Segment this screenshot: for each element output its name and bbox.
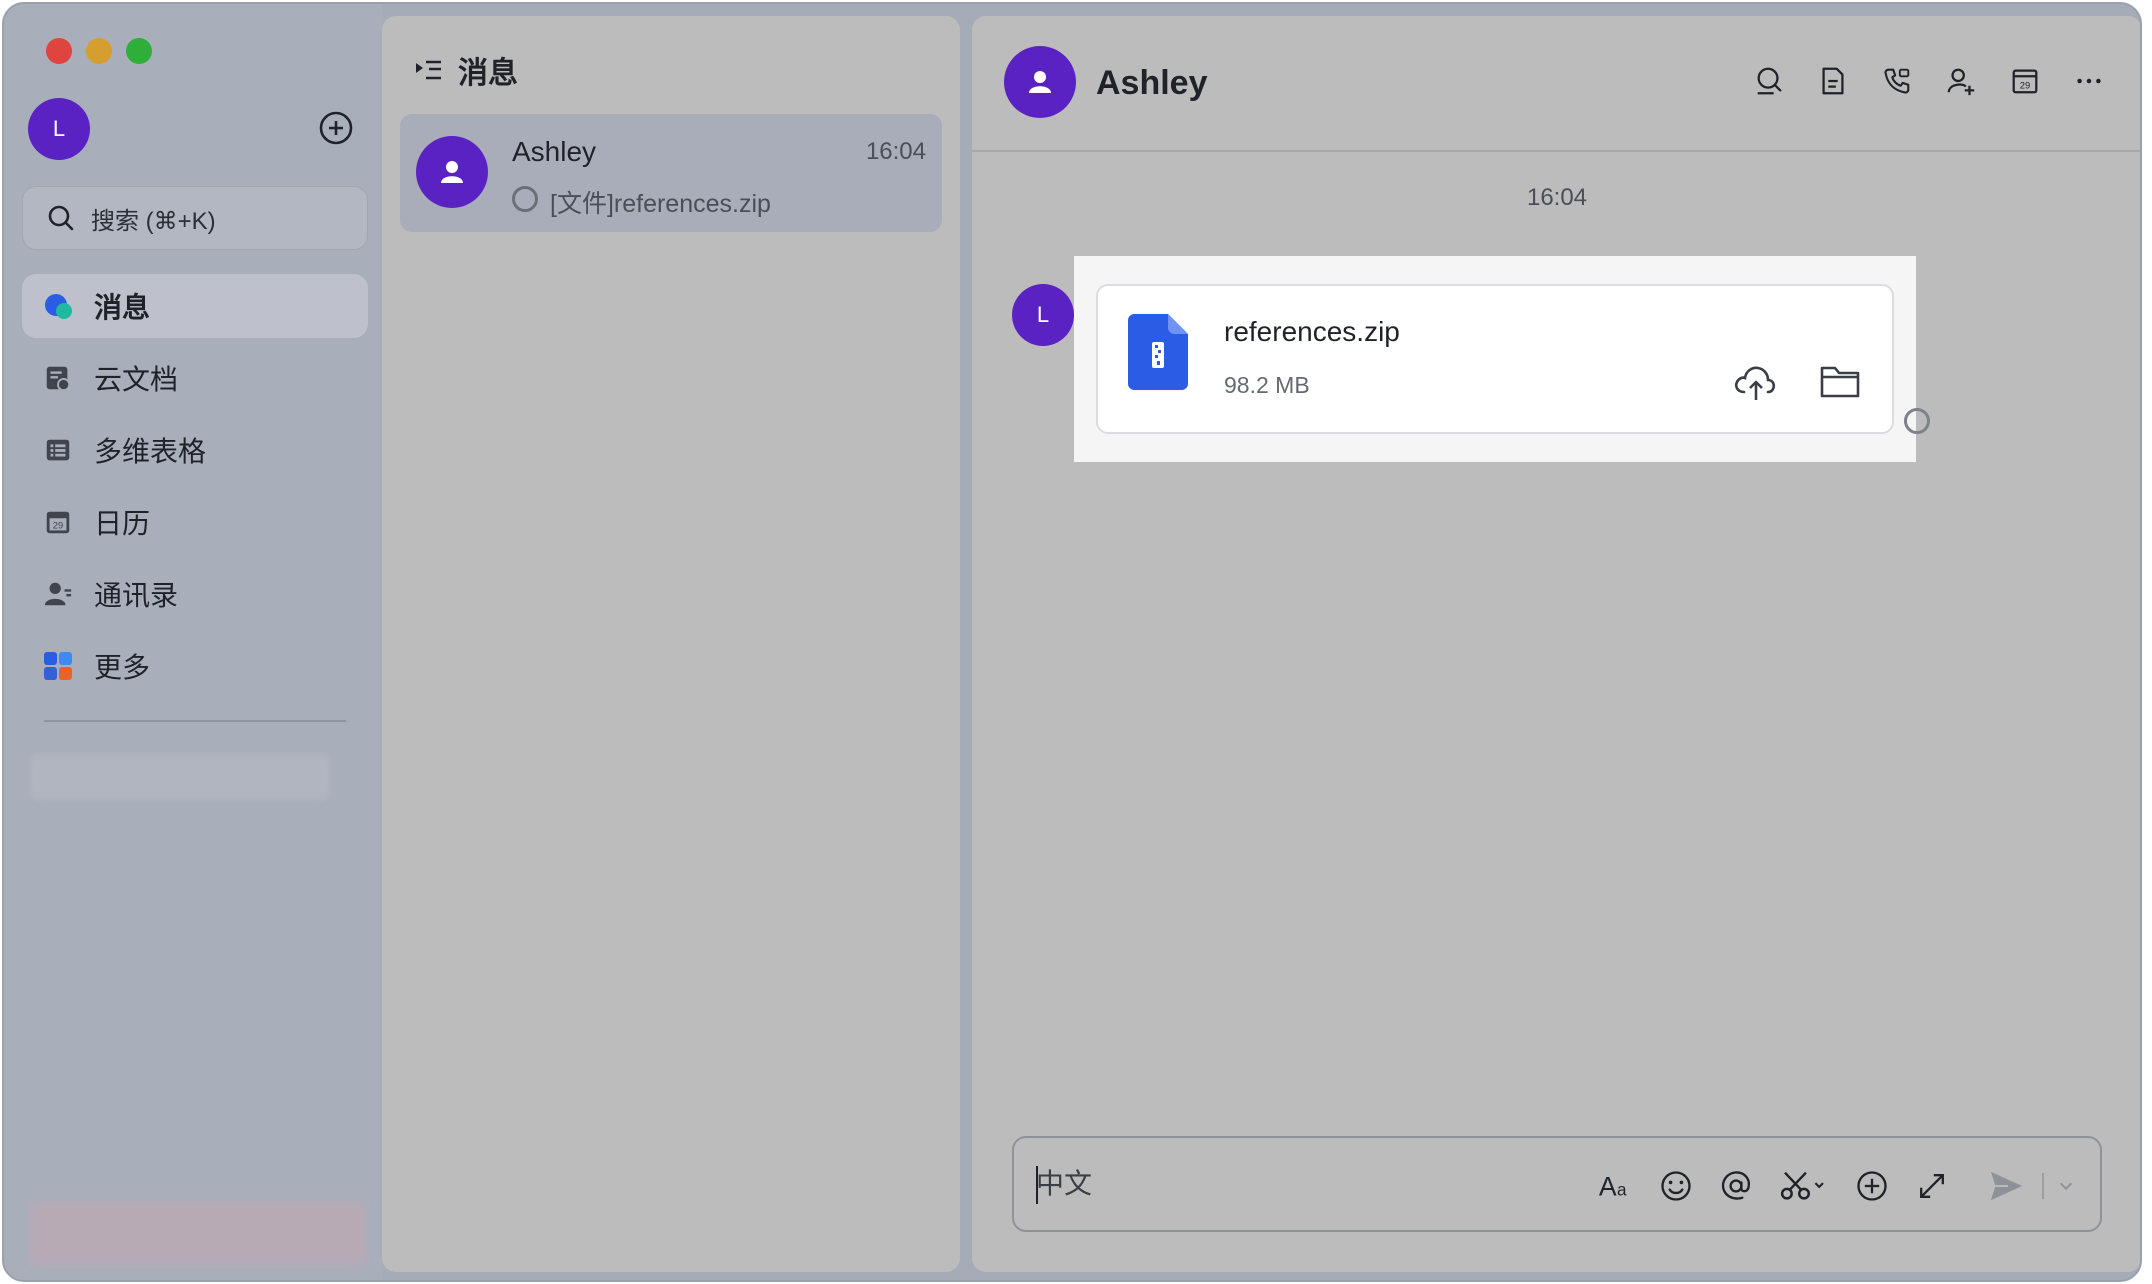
chat-header-actions: 29 [1722, 64, 2106, 98]
search-icon[interactable] [1752, 64, 1786, 98]
chat-avatar[interactable] [1004, 46, 1076, 118]
user-avatar[interactable]: L [28, 98, 90, 160]
chat-pane: Ashley 29 16:04 L references.zip 98.2 MB… [972, 16, 2140, 1272]
contacts-icon [42, 578, 74, 610]
file-message-card[interactable]: references.zip 98.2 MB [1096, 284, 1894, 434]
cloud-upload-icon[interactable] [1732, 362, 1776, 402]
font-format-icon[interactable]: A a [1596, 1166, 1636, 1206]
sidebar: L 搜索 (⌘+K) 消息 云文档 多维表格 29 日历 通讯录 更多 [4, 4, 382, 1280]
sidebar-item-messages[interactable]: 消息 [22, 274, 368, 338]
collapse-list-icon[interactable] [412, 54, 444, 86]
search-placeholder: 搜索 (⌘+K) [91, 207, 216, 235]
sidebar-divider [44, 720, 346, 722]
send-divider [2042, 1173, 2044, 1199]
plus-circle-icon [319, 111, 353, 145]
create-new-button[interactable] [318, 110, 354, 146]
messages-icon [42, 290, 74, 322]
search-box[interactable]: 搜索 (⌘+K) [22, 186, 368, 250]
zip-file-icon [1128, 314, 1188, 390]
sidebar-nav: 消息 云文档 多维表格 29 日历 通讯录 更多 [22, 274, 368, 706]
sidebar-item-label: 更多 [94, 652, 151, 683]
list-header: 消息 [412, 48, 518, 92]
person-icon [1029, 71, 1051, 93]
expand-icon[interactable] [1912, 1166, 1952, 1206]
svg-text:29: 29 [53, 521, 63, 531]
phone-call-icon[interactable] [1880, 64, 1914, 98]
sidebar-item-cloud-docs[interactable]: 云文档 [22, 346, 368, 410]
person-icon [441, 161, 463, 183]
sidebar-item-more[interactable]: 更多 [22, 634, 368, 698]
docs-icon[interactable] [1816, 64, 1850, 98]
message-timestamp: 16:04 [1526, 184, 1588, 211]
window-minimize-button[interactable] [86, 38, 112, 64]
read-status-icon [512, 186, 538, 212]
composer-toolbar: A a [1576, 1166, 2076, 1206]
message-composer: A a [1012, 1136, 2102, 1232]
calendar-icon: 29 [42, 506, 74, 538]
chat-title[interactable]: Ashley [1096, 64, 1208, 103]
sidebar-item-label: 云文档 [94, 364, 179, 395]
app-window: L 搜索 (⌘+K) 消息 云文档 多维表格 29 日历 通讯录 更多 消息 A… [2, 2, 2142, 1282]
cloud-docs-icon [42, 362, 74, 394]
conversation-preview: [文件]references.zip [550, 190, 771, 218]
conversation-item[interactable]: Ashley 16:04 [文件]references.zip [400, 114, 942, 232]
text-cursor [1036, 1166, 1038, 1204]
blurred-region [30, 754, 330, 800]
screenshot-icon[interactable] [1776, 1166, 1832, 1206]
sender-avatar[interactable]: L [1012, 284, 1074, 346]
list-title: 消息 [458, 57, 518, 90]
window-close-button[interactable] [46, 38, 72, 64]
sidebar-item-contacts[interactable]: 通讯录 [22, 562, 368, 626]
conversation-time: 16:04 [865, 138, 926, 165]
sidebar-item-label: 日历 [94, 508, 151, 539]
add-member-icon[interactable] [1944, 64, 1978, 98]
base-table-icon [42, 434, 74, 466]
sidebar-item-label: 通讯录 [94, 580, 179, 611]
svg-text:29: 29 [2020, 80, 2030, 91]
emoji-icon[interactable] [1656, 1166, 1696, 1206]
svg-text:A: A [1599, 1172, 1617, 1202]
file-size: 98.2 MB [1224, 372, 1310, 398]
sidebar-item-label: 多维表格 [94, 436, 207, 467]
svg-text:a: a [1617, 1181, 1627, 1200]
more-apps-icon [42, 650, 74, 682]
conversation-list: 消息 Ashley 16:04 [文件]references.zip [382, 16, 960, 1272]
message-input[interactable] [1036, 1164, 1556, 1204]
search-icon [48, 205, 74, 231]
sidebar-item-base[interactable]: 多维表格 [22, 418, 368, 482]
mention-icon[interactable] [1716, 1166, 1756, 1206]
file-name: references.zip [1224, 316, 1400, 347]
blurred-region [30, 1202, 366, 1266]
message-status-icon [1904, 408, 1930, 434]
calendar-icon[interactable]: 29 [2008, 64, 2042, 98]
chat-header: Ashley 29 [972, 16, 2140, 152]
add-icon[interactable] [1852, 1166, 1892, 1206]
sidebar-item-label: 消息 [94, 292, 151, 323]
send-icon[interactable] [1986, 1166, 2026, 1206]
contact-avatar [416, 136, 488, 208]
window-zoom-button[interactable] [126, 38, 152, 64]
more-icon[interactable] [2072, 64, 2106, 98]
sidebar-item-calendar[interactable]: 29 日历 [22, 490, 368, 554]
conversation-name: Ashley [512, 136, 597, 167]
chevron-down-icon[interactable] [2056, 1166, 2076, 1206]
folder-icon[interactable] [1818, 362, 1862, 402]
